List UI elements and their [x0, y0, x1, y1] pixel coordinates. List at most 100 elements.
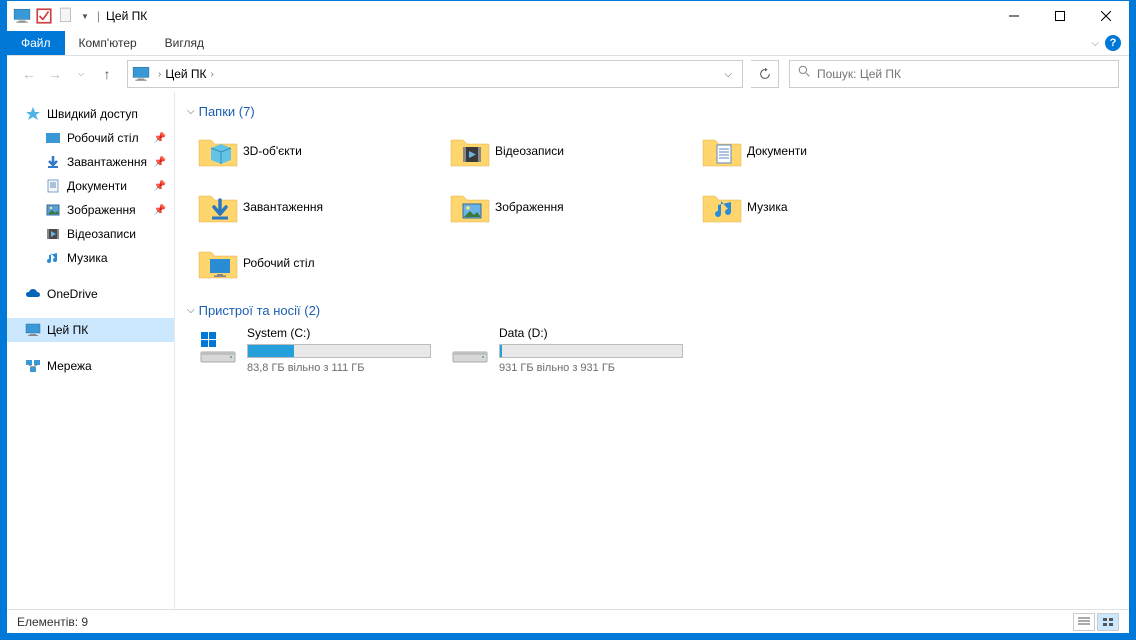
large-icons-view-button[interactable]: [1097, 613, 1119, 631]
sidebar-item-onedrive[interactable]: OneDrive: [7, 282, 174, 306]
tab-file[interactable]: Файл: [7, 31, 65, 55]
folder-icon: [701, 186, 743, 228]
sidebar-item-desktop[interactable]: Робочий стіл 📌: [7, 126, 174, 150]
chevron-down-icon: ⌵: [187, 106, 195, 117]
status-text: Елементів: 9: [17, 615, 88, 629]
folder-item[interactable]: Зображення: [445, 179, 697, 235]
address-dropdown-icon[interactable]: ⌵: [718, 69, 738, 80]
ribbon-expand-icon[interactable]: ⌵: [1091, 38, 1099, 49]
sidebar-item-label: Цей ПК: [47, 323, 88, 337]
folder-icon: [197, 242, 239, 284]
folder-item[interactable]: Робочий стіл: [193, 235, 445, 291]
view-mode-buttons: [1073, 613, 1119, 631]
drive-free-text: 931 ГБ вільно з 931 ГБ: [499, 362, 683, 374]
chevron-right-icon[interactable]: ›: [158, 69, 161, 80]
folder-icon: [449, 130, 491, 172]
folder-label: Відеозаписи: [495, 144, 564, 158]
desktop-icon: [45, 130, 61, 146]
sidebar-item-documents[interactable]: Документи 📌: [7, 174, 174, 198]
chevron-down-icon[interactable]: ▼: [79, 12, 91, 21]
drive-free-text: 83,8 ГБ вільно з 111 ГБ: [247, 362, 431, 374]
sidebar-item-label: Музика: [67, 251, 108, 265]
sidebar-item-label: Документи: [67, 179, 127, 193]
window-title: Цей ПК: [106, 9, 147, 23]
network-icon: [25, 358, 41, 374]
window-controls: [991, 1, 1129, 31]
chevron-right-icon[interactable]: ›: [211, 69, 214, 80]
pin-icon: 📌: [154, 205, 166, 216]
drive-icon: [449, 326, 491, 368]
pin-icon: 📌: [154, 133, 166, 144]
folder-icon: [449, 186, 491, 228]
main-pane: ⌵ Папки (7) 3D-об'єкти Відеозаписи Докумен…: [175, 92, 1129, 609]
breadcrumb[interactable]: Цей ПК: [165, 67, 206, 81]
folder-item[interactable]: Музика: [697, 179, 949, 235]
details-view-button[interactable]: [1073, 613, 1095, 631]
folder-label: Завантаження: [243, 200, 323, 214]
group-header-folders[interactable]: ⌵ Папки (7): [179, 100, 1129, 123]
drive-info: System (C:) 83,8 ГБ вільно з 111 ГБ: [247, 326, 441, 374]
titlebar: ▼ | Цей ПК: [7, 1, 1129, 31]
properties-icon[interactable]: [35, 7, 53, 25]
folder-item[interactable]: 3D-об'єкти: [193, 123, 445, 179]
sidebar-item-label: Мережа: [47, 359, 92, 373]
drive-usage-bar: [499, 344, 683, 358]
sidebar-item-label: Зображення: [67, 203, 136, 217]
sidebar-item-label: Відеозаписи: [67, 227, 136, 241]
status-bar: Елементів: 9: [7, 609, 1129, 633]
close-button[interactable]: [1083, 1, 1129, 31]
folder-icon: [197, 186, 239, 228]
sidebar-item-label: Робочий стіл: [67, 131, 139, 145]
tab-view[interactable]: Вигляд: [151, 31, 218, 55]
qat-dropdown-icon[interactable]: [57, 7, 75, 25]
group-title: Пристрої та носії (2): [199, 303, 321, 318]
folder-item[interactable]: Відеозаписи: [445, 123, 697, 179]
search-box[interactable]: [789, 60, 1119, 88]
refresh-button[interactable]: [751, 60, 779, 88]
folder-label: Документи: [747, 144, 807, 158]
forward-button[interactable]: →: [43, 62, 67, 86]
address-bar[interactable]: › Цей ПК › ⌵: [127, 60, 743, 88]
sidebar-item-videos[interactable]: Відеозаписи: [7, 222, 174, 246]
help-icon[interactable]: ?: [1105, 35, 1121, 51]
drive-item[interactable]: Data (D:) 931 ГБ вільно з 931 ГБ: [445, 322, 697, 378]
tab-computer[interactable]: Комп'ютер: [65, 31, 151, 55]
recent-dropdown-button[interactable]: ⌵: [69, 62, 93, 86]
navigation-pane: Швидкий доступ Робочий стіл 📌 Завантажен…: [7, 92, 175, 609]
search-input[interactable]: [817, 67, 1110, 81]
search-icon: [798, 65, 811, 83]
folders-grid: 3D-об'єкти Відеозаписи Документи Завантажен…: [179, 123, 1129, 291]
folder-label: 3D-об'єкти: [243, 144, 302, 158]
folder-item[interactable]: Завантаження: [193, 179, 445, 235]
drive-item[interactable]: System (C:) 83,8 ГБ вільно з 111 ГБ: [193, 322, 445, 378]
star-icon: [25, 106, 41, 122]
pin-icon: 📌: [154, 181, 166, 192]
sidebar-item-this-pc[interactable]: Цей ПК: [7, 318, 174, 342]
maximize-button[interactable]: [1037, 1, 1083, 31]
explorer-window: ▼ | Цей ПК Файл Комп'ютер Вигляд ⌵ ? ← →…: [6, 0, 1130, 634]
folder-item[interactable]: Документи: [697, 123, 949, 179]
quick-access-toolbar: ▼: [7, 7, 91, 25]
folder-icon: [701, 130, 743, 172]
ribbon-tabs: Файл Комп'ютер Вигляд ⌵ ?: [7, 31, 1129, 56]
onedrive-icon: [25, 286, 41, 302]
minimize-button[interactable]: [991, 1, 1037, 31]
drives-grid: System (C:) 83,8 ГБ вільно з 111 ГБ Data (…: [179, 322, 1129, 378]
folder-label: Музика: [747, 200, 788, 214]
pc-monitor-icon: [13, 7, 31, 25]
content-area: Швидкий доступ Робочий стіл 📌 Завантажен…: [7, 92, 1129, 609]
folder-icon: [197, 130, 239, 172]
videos-icon: [45, 226, 61, 242]
drive-name: System (C:): [247, 326, 431, 340]
drive-usage-bar: [247, 344, 431, 358]
up-button[interactable]: ↑: [95, 62, 119, 86]
sidebar-item-pictures[interactable]: Зображення 📌: [7, 198, 174, 222]
sidebar-item-network[interactable]: Мережа: [7, 354, 174, 378]
drive-name: Data (D:): [499, 326, 683, 340]
back-button[interactable]: ←: [17, 62, 41, 86]
sidebar-item-label: Завантаження: [67, 155, 147, 169]
group-header-drives[interactable]: ⌵ Пристрої та носії (2): [179, 299, 1129, 322]
sidebar-item-quick-access[interactable]: Швидкий доступ: [7, 102, 174, 126]
sidebar-item-music[interactable]: Музика: [7, 246, 174, 270]
sidebar-item-downloads[interactable]: Завантаження 📌: [7, 150, 174, 174]
